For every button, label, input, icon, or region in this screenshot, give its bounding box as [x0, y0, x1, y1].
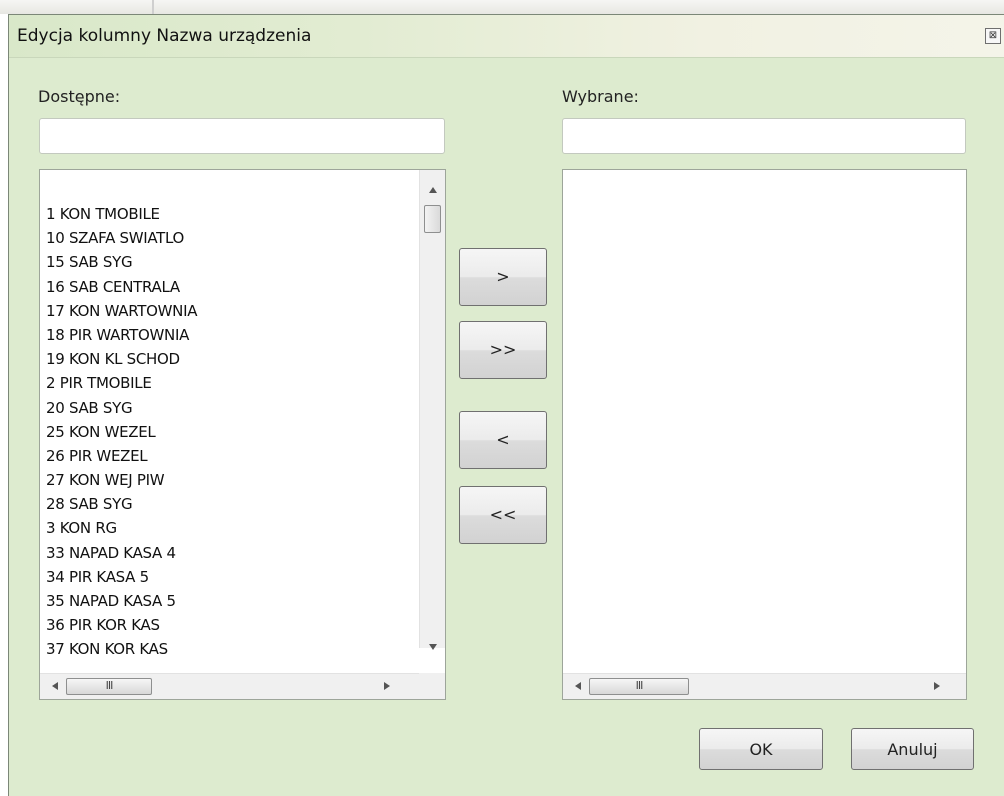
- available-horizontal-scroll-thumb[interactable]: III: [66, 678, 152, 695]
- add-selected-button[interactable]: >: [459, 248, 547, 306]
- available-label: Dostępne:: [38, 87, 121, 106]
- list-item[interactable]: 20 SAB SYG: [46, 396, 197, 420]
- list-item[interactable]: 10 SZAFA SWIATLO: [46, 226, 197, 250]
- dialog-title: Edycja kolumny Nazwa urządzenia: [17, 26, 312, 46]
- scroll-down-icon[interactable]: [429, 644, 437, 650]
- remove-all-button[interactable]: <<: [459, 486, 547, 544]
- list-item[interactable]: 3 KON RG: [46, 516, 197, 540]
- list-item[interactable]: 33 NAPAD KASA 4: [46, 541, 197, 565]
- scroll-right-icon[interactable]: [384, 682, 390, 690]
- add-all-button[interactable]: >>: [459, 321, 547, 379]
- list-item[interactable]: 25 KON WEZEL: [46, 420, 197, 444]
- remove-selected-button[interactable]: <: [459, 411, 547, 469]
- list-item[interactable]: 28 SAB SYG: [46, 492, 197, 516]
- background-divider: [152, 0, 154, 14]
- available-listbox[interactable]: 1 KON TMOBILE 10 SZAFA SWIATLO 15 SAB SYG 1…: [39, 169, 446, 700]
- selected-horizontal-scroll-thumb[interactable]: III: [589, 678, 689, 695]
- background-window-strip: [0, 0, 1004, 14]
- list-item[interactable]: 15 SAB SYG: [46, 250, 197, 274]
- available-vertical-scroll-thumb[interactable]: [424, 205, 441, 233]
- list-item[interactable]: 35 NAPAD KASA 5: [46, 589, 197, 613]
- list-item[interactable]: 1 KON TMOBILE: [46, 202, 197, 226]
- scroll-left-icon[interactable]: [52, 682, 58, 690]
- scroll-left-icon[interactable]: [575, 682, 581, 690]
- title-bar[interactable]: Edycja kolumny Nazwa urządzenia ⊠: [9, 15, 1004, 58]
- selected-listbox[interactable]: III: [562, 169, 967, 700]
- list-item[interactable]: 27 KON WEJ PIW: [46, 468, 197, 492]
- list-item[interactable]: 2 PIR TMOBILE: [46, 371, 197, 395]
- scroll-right-icon[interactable]: [934, 682, 940, 690]
- available-search-input[interactable]: [39, 118, 445, 154]
- list-item[interactable]: 19 KON KL SCHOD: [46, 347, 197, 371]
- list-item[interactable]: 16 SAB CENTRALA: [46, 275, 197, 299]
- scroll-up-icon[interactable]: [429, 187, 437, 193]
- selected-search-input[interactable]: [562, 118, 966, 154]
- list-item[interactable]: 26 PIR WEZEL: [46, 444, 197, 468]
- scrollbar-corner: [419, 673, 445, 699]
- available-horizontal-scrollbar[interactable]: III: [40, 673, 420, 699]
- list-item[interactable]: 37 KON KOR KAS: [46, 637, 197, 661]
- list-item[interactable]: 18 PIR WARTOWNIA: [46, 323, 197, 347]
- selected-label: Wybrane:: [562, 87, 639, 106]
- ok-button[interactable]: OK: [699, 728, 823, 770]
- close-icon[interactable]: ⊠: [985, 28, 1001, 44]
- available-vertical-scrollbar[interactable]: [419, 170, 445, 650]
- column-edit-dialog: Edycja kolumny Nazwa urządzenia ⊠ Dostęp…: [8, 14, 1004, 796]
- cancel-button[interactable]: Anuluj: [851, 728, 974, 770]
- list-item[interactable]: 36 PIR KOR KAS: [46, 613, 197, 637]
- available-items-list: 1 KON TMOBILE 10 SZAFA SWIATLO 15 SAB SYG 1…: [46, 202, 197, 662]
- list-item[interactable]: 17 KON WARTOWNIA: [46, 299, 197, 323]
- list-item[interactable]: 34 PIR KASA 5: [46, 565, 197, 589]
- selected-horizontal-scrollbar[interactable]: III: [563, 673, 966, 699]
